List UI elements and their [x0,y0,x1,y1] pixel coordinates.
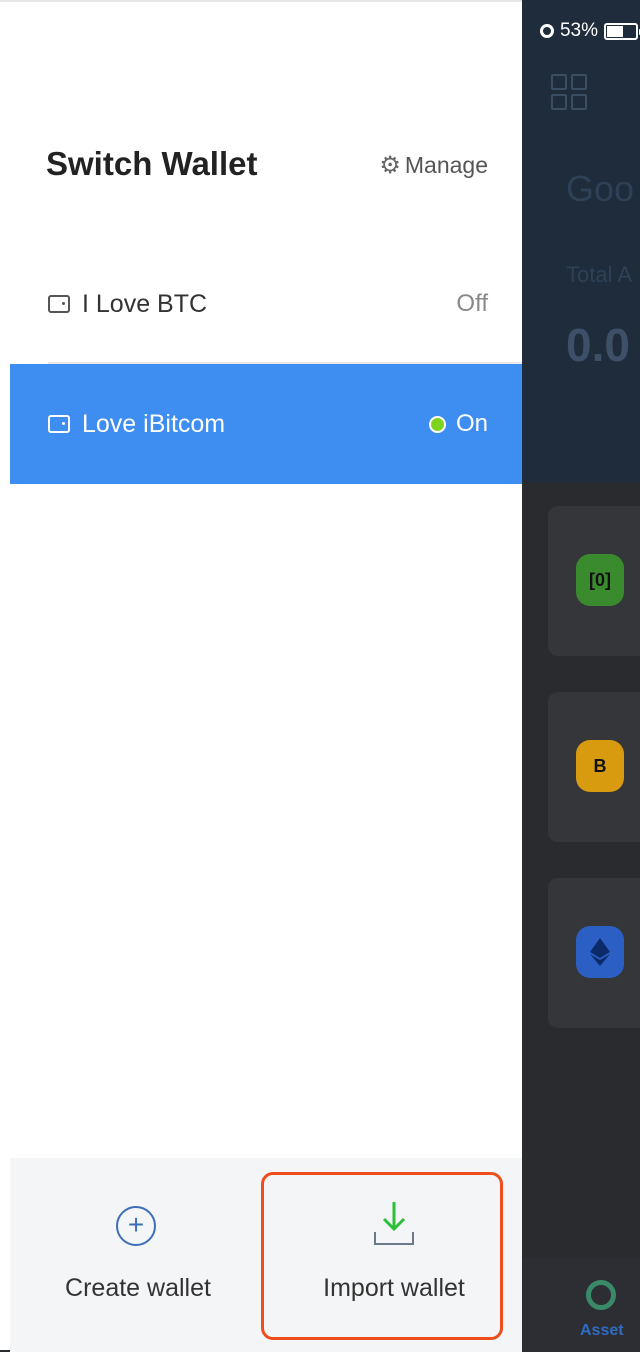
status-bar: 53% [539,14,640,48]
wallet-name: Love iBitcom [82,409,226,438]
background-amount: 0.0 [566,319,630,371]
battery-percent: 53% [559,20,598,41]
alarm-icon [539,24,554,38]
wallet-state: On [428,410,488,438]
grid-icon[interactable] [551,74,587,110]
asset-card[interactable] [548,878,640,1028]
coin-icon: [0] [576,554,624,606]
ethereum-icon [576,926,624,978]
wallet-item[interactable]: I Love BTC Off [10,244,522,364]
create-wallet-label: Create wallet [65,1274,211,1302]
wallet-name: I Love BTC [82,289,208,318]
plus-circle-icon: + [116,1206,156,1246]
manage-button[interactable]: ⚙ Manage [379,152,488,179]
asset-tab-icon [586,1280,616,1310]
active-status-dot [428,415,446,433]
background-total-label: Total A [566,262,633,287]
tab-asset[interactable]: Asset [522,1258,640,1350]
gear-icon: ⚙ [379,151,401,179]
battery-icon [604,22,640,40]
asset-card[interactable]: B [548,692,640,842]
import-wallet-highlight [261,1172,503,1340]
wallet-item-selected[interactable]: Love iBitcom On [10,364,522,484]
bitcoin-icon: B [576,740,624,792]
wallet-icon [48,415,70,433]
tab-asset-label: Asset [580,1322,624,1339]
background-greeting: Goo [566,168,635,209]
drawer-title: Switch Wallet [46,145,258,182]
wallet-icon [48,295,70,313]
switch-wallet-drawer: Switch Wallet ⚙ Manage I Love BTC Off Lo… [0,0,522,1352]
wallet-state: Off [456,290,488,318]
manage-label: Manage [404,152,488,178]
asset-card[interactable]: [0] [548,506,640,656]
wallet-state-label: Off [456,290,488,317]
create-wallet-button[interactable]: + Create wallet [10,1158,266,1352]
wallet-state-label: On [455,410,488,437]
